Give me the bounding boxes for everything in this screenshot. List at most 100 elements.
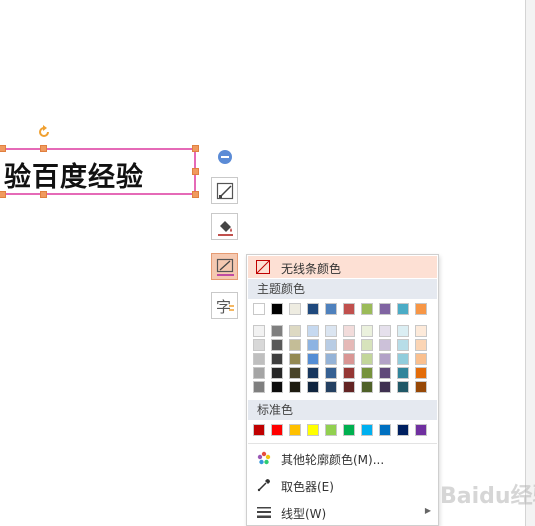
standard-color-swatch[interactable] [271, 424, 283, 436]
resize-handle-bottom[interactable] [40, 191, 47, 198]
more-outline-colors-item[interactable]: 其他轮廓颜色(M)... [248, 447, 437, 469]
theme-shade-swatch[interactable] [253, 367, 265, 379]
theme-color-swatch[interactable] [253, 303, 265, 315]
style-button[interactable] [211, 177, 238, 204]
theme-shade-swatch[interactable] [289, 353, 301, 365]
textbox-text[interactable]: 验百度经验 [4, 155, 144, 194]
theme-shade-swatch[interactable] [415, 367, 427, 379]
outline-color-button[interactable] [211, 253, 238, 280]
standard-color-swatch[interactable] [325, 424, 337, 436]
theme-shade-swatch[interactable] [343, 353, 355, 365]
resize-handle-top[interactable] [40, 145, 47, 152]
theme-shade-swatch[interactable] [325, 339, 337, 351]
theme-color-swatch[interactable] [343, 303, 355, 315]
resize-handle-right[interactable] [192, 168, 199, 175]
theme-color-swatch[interactable] [361, 303, 373, 315]
theme-shade-swatch[interactable] [397, 381, 409, 393]
paint-bucket-icon [218, 221, 233, 236]
standard-color-swatch[interactable] [397, 424, 409, 436]
theme-shade-swatch[interactable] [361, 339, 373, 351]
theme-color-swatch[interactable] [271, 303, 283, 315]
theme-shade-swatch[interactable] [325, 367, 337, 379]
theme-shade-swatch[interactable] [325, 381, 337, 393]
theme-shade-swatch[interactable] [271, 353, 283, 365]
collapse-toolbar-icon[interactable] [218, 150, 232, 164]
standard-color-swatch[interactable] [379, 424, 391, 436]
theme-shade-swatch[interactable] [397, 367, 409, 379]
theme-shade-swatch[interactable] [361, 325, 373, 337]
theme-shade-swatch[interactable] [325, 325, 337, 337]
resize-handle-top-right[interactable] [192, 145, 199, 152]
theme-shade-swatch[interactable] [379, 381, 391, 393]
theme-shade-swatch[interactable] [253, 339, 265, 351]
theme-shade-swatch[interactable] [343, 367, 355, 379]
standard-color-swatch[interactable] [415, 424, 427, 436]
text-wrap-button[interactable]: 字 [211, 292, 238, 319]
submenu-arrow-icon: ▶ [424, 506, 431, 515]
standard-color-swatch[interactable] [289, 424, 301, 436]
resize-handle-bottom-left[interactable] [0, 191, 6, 198]
theme-shade-swatch[interactable] [307, 353, 319, 365]
theme-shade-swatch[interactable] [379, 353, 391, 365]
shape-style-icon [216, 182, 234, 200]
outline-color-dropdown: 无线条颜色 主题颜色 标准色 其他轮廓颜色(M)... 取色器(E) 线型(W)… [246, 254, 439, 526]
eyedropper-item[interactable]: 取色器(E) [248, 474, 437, 496]
theme-shade-swatch[interactable] [379, 367, 391, 379]
resize-handle-top-left[interactable] [0, 145, 6, 152]
standard-color-swatch[interactable] [343, 424, 355, 436]
selected-textbox[interactable]: 验百度经验 [0, 148, 196, 195]
outline-icon [216, 258, 234, 276]
theme-color-swatch[interactable] [289, 303, 301, 315]
theme-color-swatch[interactable] [325, 303, 337, 315]
theme-shade-swatch[interactable] [397, 325, 409, 337]
theme-shade-swatch[interactable] [271, 325, 283, 337]
theme-shade-swatch[interactable] [307, 325, 319, 337]
svg-text:字: 字 [216, 298, 231, 316]
resize-handle-bottom-right[interactable] [192, 191, 199, 198]
theme-shade-swatch[interactable] [361, 367, 373, 379]
line-style-icon [257, 507, 271, 518]
theme-shade-swatch[interactable] [397, 339, 409, 351]
theme-shade-swatch[interactable] [343, 325, 355, 337]
rotate-handle-icon[interactable] [37, 124, 51, 138]
theme-shade-swatch[interactable] [271, 381, 283, 393]
theme-shade-swatch[interactable] [397, 353, 409, 365]
theme-shade-swatch[interactable] [415, 325, 427, 337]
theme-shade-swatch[interactable] [415, 353, 427, 365]
theme-shade-swatch[interactable] [379, 339, 391, 351]
scrollbar-gutter[interactable] [526, 0, 535, 526]
theme-shade-swatch[interactable] [343, 381, 355, 393]
color-wheel-icon [257, 451, 271, 465]
theme-color-swatch[interactable] [397, 303, 409, 315]
theme-shade-swatch[interactable] [379, 325, 391, 337]
theme-shade-swatch[interactable] [271, 339, 283, 351]
theme-color-swatch[interactable] [307, 303, 319, 315]
no-line-color-item[interactable]: 无线条颜色 [248, 256, 437, 278]
standard-color-swatch[interactable] [307, 424, 319, 436]
theme-shade-swatch[interactable] [307, 381, 319, 393]
theme-shade-swatch[interactable] [343, 339, 355, 351]
standard-color-swatch[interactable] [253, 424, 265, 436]
line-style-item[interactable]: 线型(W) ▶ [248, 501, 437, 523]
theme-shade-swatch[interactable] [361, 353, 373, 365]
theme-shade-swatch[interactable] [289, 367, 301, 379]
theme-shade-swatch[interactable] [307, 339, 319, 351]
theme-color-swatch[interactable] [415, 303, 427, 315]
theme-shade-swatch[interactable] [289, 339, 301, 351]
theme-shade-swatch[interactable] [415, 381, 427, 393]
theme-shade-swatch[interactable] [415, 339, 427, 351]
theme-shade-swatch[interactable] [271, 367, 283, 379]
theme-shade-swatch[interactable] [253, 325, 265, 337]
fill-color-button[interactable] [211, 213, 238, 240]
theme-shade-swatch[interactable] [253, 353, 265, 365]
standard-color-swatch[interactable] [361, 424, 373, 436]
theme-shade-swatch[interactable] [253, 381, 265, 393]
theme-shade-swatch[interactable] [325, 353, 337, 365]
theme-shade-swatch[interactable] [307, 367, 319, 379]
theme-colors-header: 主题颜色 [248, 279, 437, 299]
eyedropper-label: 取色器(E) [281, 480, 334, 494]
theme-color-swatch[interactable] [379, 303, 391, 315]
theme-shade-swatch[interactable] [289, 325, 301, 337]
theme-shade-swatch[interactable] [361, 381, 373, 393]
theme-shade-swatch[interactable] [289, 381, 301, 393]
